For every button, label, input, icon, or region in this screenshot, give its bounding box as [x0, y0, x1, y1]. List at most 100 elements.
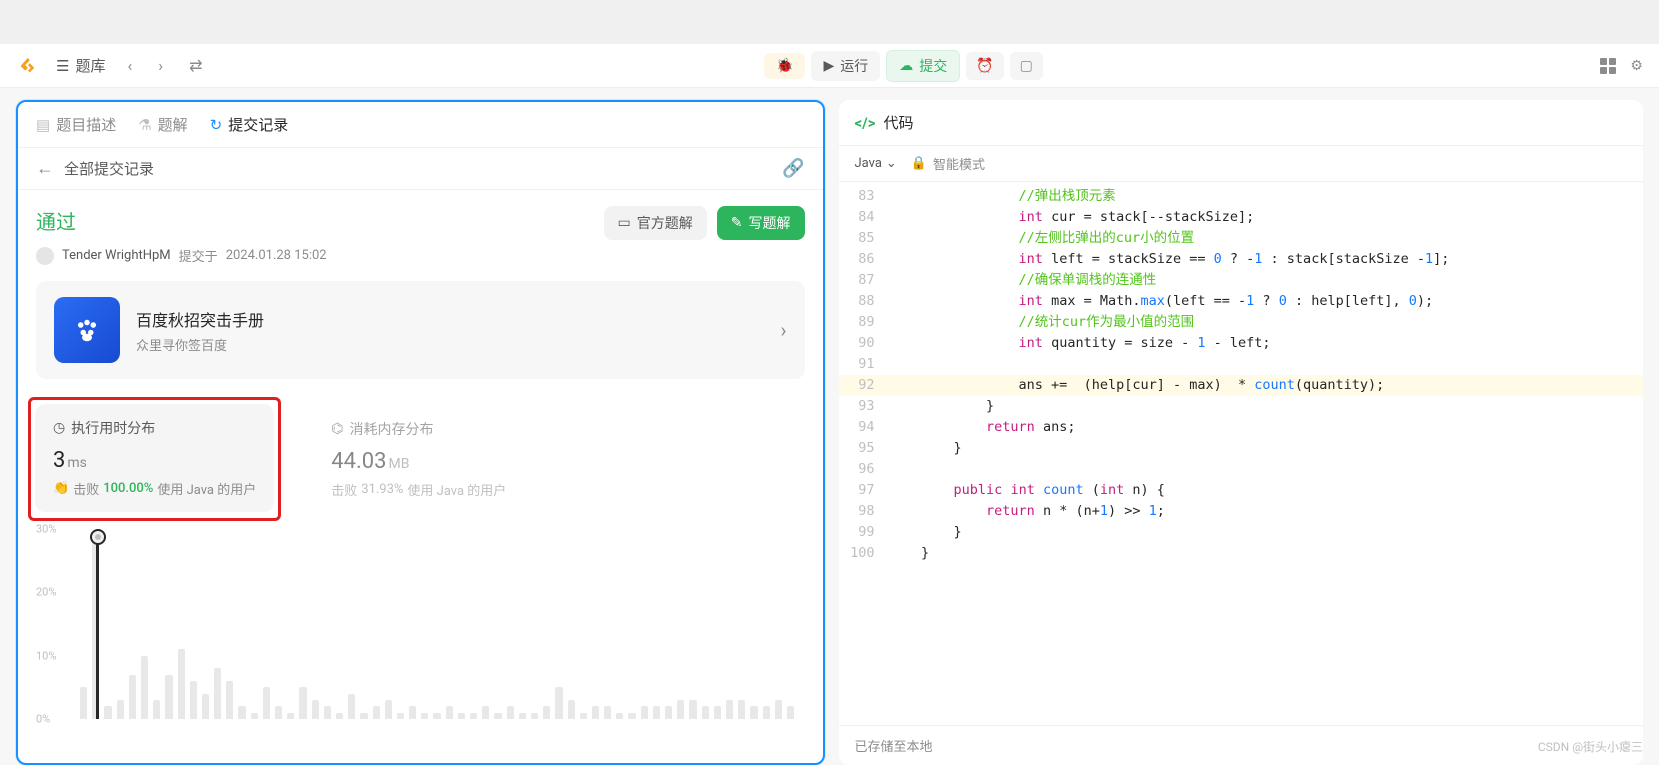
code-editor[interactable]: 83 //弹出栈顶元素84 int cur = stack[--stackSiz… — [839, 182, 1644, 725]
memory-beat-pct: 31.93% — [361, 482, 403, 497]
submitted-prefix: 提交于 — [179, 246, 218, 265]
chart-bar — [409, 706, 416, 719]
run-button[interactable]: ▶ 运行 — [811, 51, 880, 81]
chart-bar — [141, 656, 148, 719]
code-text: } — [889, 438, 1644, 459]
right-panel: </> 代码 Java ⌄ 🔒 智能模式 83 //弹出栈顶元素84 int c… — [839, 100, 1644, 765]
code-line: 92 ans += (help[cur] - max) * count(quan… — [839, 375, 1644, 396]
status-badge: 通过 — [36, 206, 76, 235]
chart-bar — [324, 706, 331, 719]
promo-sub: 众里寻你签百度 — [136, 335, 764, 354]
author-name: Tender WrightHpM — [62, 248, 171, 263]
chart-bar — [738, 700, 745, 719]
code-text: } — [889, 396, 1644, 417]
write-solution-button[interactable]: ✎ 写题解 — [717, 206, 805, 240]
code-text: int cur = stack[--stackSize]; — [889, 207, 1644, 228]
line-number: 86 — [839, 249, 889, 270]
tab-submissions[interactable]: ↻ 提交记录 — [210, 114, 289, 135]
chart-bar — [665, 706, 672, 719]
layout-grid-icon[interactable] — [1600, 58, 1616, 74]
chart-bar — [104, 706, 111, 719]
promo-title: 百度秋招突击手册 — [136, 307, 764, 331]
code-line: 98 return n * (n+1) >> 1; — [839, 501, 1644, 522]
chart-bar — [165, 675, 172, 719]
promo-card[interactable]: 百度秋招突击手册 众里寻你签百度 › — [36, 281, 805, 379]
settings-icon[interactable]: ⚙ — [1630, 58, 1643, 74]
play-icon: ▶ — [823, 58, 834, 74]
library-button[interactable]: ☰ 题库 — [56, 55, 105, 76]
chart-bar — [641, 706, 648, 719]
main-toolbar: ☰ 题库 ‹ › ⇄ 🐞 ▶ 运行 ☁ 提交 ⏰ ▢ ⚙ — [0, 44, 1659, 88]
note-button[interactable]: ▢ — [1010, 52, 1043, 80]
submit-label: 提交 — [919, 56, 947, 76]
back-arrow-icon[interactable]: ← — [36, 158, 54, 179]
chart-bar — [202, 694, 209, 719]
line-number: 84 — [839, 207, 889, 228]
chip-icon: ⌬ — [331, 421, 343, 437]
debug-button[interactable]: 🐞 — [764, 53, 805, 79]
chart-bar — [604, 706, 611, 719]
runtime-value: 3 — [53, 448, 65, 473]
chart-bar — [251, 713, 258, 719]
runtime-unit: ms — [67, 455, 87, 471]
next-problem-icon[interactable]: › — [154, 56, 167, 75]
chart-bar — [80, 687, 87, 719]
chart-bar — [433, 713, 440, 719]
chart-bar — [787, 706, 794, 719]
line-number: 92 — [839, 375, 889, 396]
history-icon: ↻ — [210, 116, 223, 134]
official-label: 官方题解 — [637, 213, 693, 233]
ai-mode-toggle[interactable]: 🔒 智能模式 — [911, 154, 985, 173]
chart-bar — [312, 700, 319, 719]
prev-problem-icon[interactable]: ‹ — [123, 56, 136, 75]
memory-card[interactable]: ⌬ 消耗内存分布 44.03MB 击败 31.93% 使用 Java 的用户 — [313, 405, 804, 513]
left-panel: ▤ 题目描述 ⚗ 题解 ↻ 提交记录 ← 全部提交记录 🔗 通过 — [16, 100, 825, 765]
timer-button[interactable]: ⏰ — [966, 52, 1003, 80]
chart-bar — [117, 700, 124, 719]
code-line: 97 public int count (int n) { — [839, 480, 1644, 501]
runtime-card[interactable]: ◷ 执行用时分布 3ms 👏 击败 100.00% 使用 Java 的用户 — [35, 404, 274, 512]
line-number: 87 — [839, 270, 889, 291]
chart-bar — [592, 706, 599, 719]
link-icon[interactable]: 🔗 — [782, 158, 804, 179]
language-label: Java — [855, 156, 882, 171]
book-icon: ▭ — [618, 215, 631, 231]
code-line: 93 } — [839, 396, 1644, 417]
code-text — [889, 354, 1644, 375]
chart-bar — [446, 706, 453, 719]
code-text: return ans; — [889, 417, 1644, 438]
official-solution-button[interactable]: ▭ 官方题解 — [604, 206, 707, 240]
watermark: CSDN @街头小瘪三 — [1538, 738, 1643, 755]
chart-bar — [360, 713, 367, 719]
submit-button[interactable]: ☁ 提交 — [886, 50, 960, 82]
code-line: 89 //统计cur作为最小值的范围 — [839, 312, 1644, 333]
sub-header: ← 全部提交记录 🔗 — [18, 148, 823, 190]
cloud-upload-icon: ☁ — [899, 58, 913, 74]
code-line: 100 } — [839, 543, 1644, 564]
leetcode-logo-icon[interactable] — [16, 55, 38, 77]
code-line: 95 } — [839, 438, 1644, 459]
chart-bar — [385, 700, 392, 719]
line-number: 95 — [839, 438, 889, 459]
bug-icon: 🐞 — [776, 58, 793, 74]
code-line: 91 — [839, 354, 1644, 375]
tab-solution[interactable]: ⚗ 题解 — [138, 114, 187, 135]
line-number: 85 — [839, 228, 889, 249]
line-number: 94 — [839, 417, 889, 438]
code-text: } — [889, 543, 1644, 564]
shuffle-icon[interactable]: ⇄ — [185, 56, 206, 75]
clock-icon: ⏰ — [976, 58, 993, 74]
chevron-down-icon: ⌄ — [886, 156, 897, 171]
language-selector[interactable]: Java ⌄ — [855, 156, 897, 171]
chart-bar — [543, 706, 550, 719]
chart-bar — [421, 713, 428, 719]
chart-bar — [689, 700, 696, 719]
line-number: 83 — [839, 186, 889, 207]
tab-submissions-label: 提交记录 — [228, 114, 288, 135]
chart-bar — [677, 700, 684, 719]
mem-beat-prefix: 击败 — [331, 480, 357, 499]
tab-description[interactable]: ▤ 题目描述 — [36, 114, 116, 135]
submitted-time: 2024.01.28 15:02 — [226, 248, 327, 263]
code-text — [889, 459, 1644, 480]
code-line: 86 int left = stackSize == 0 ? -1 : stac… — [839, 249, 1644, 270]
